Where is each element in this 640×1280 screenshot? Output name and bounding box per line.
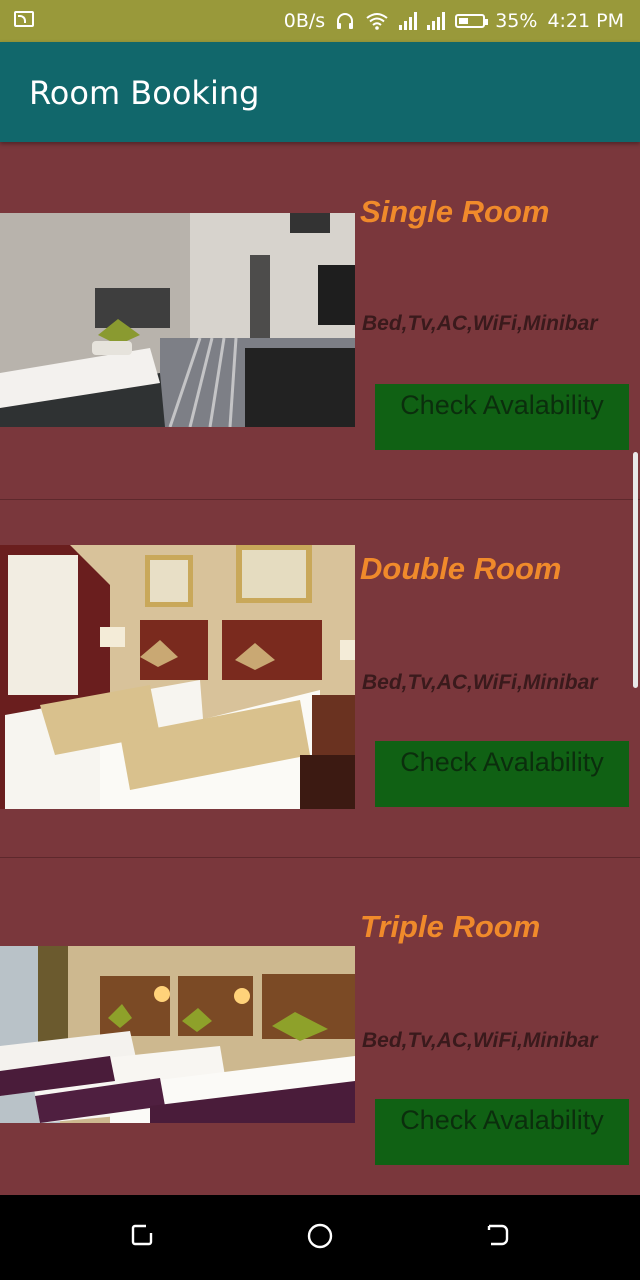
room-name: Triple Room xyxy=(360,909,541,944)
check-availability-button[interactable]: Check Avalability xyxy=(375,741,629,807)
recents-icon[interactable] xyxy=(130,1223,154,1247)
battery-icon xyxy=(455,14,489,28)
check-availability-button[interactable]: Check Avalability xyxy=(375,1099,629,1165)
scrollbar[interactable] xyxy=(633,452,638,688)
room-amenities: Bed,Tv,AC,WiFi,Minibar xyxy=(362,671,598,694)
page-title: Room Booking xyxy=(29,74,260,112)
room-photo xyxy=(0,545,355,809)
signal-icon xyxy=(427,12,446,30)
wifi-icon xyxy=(366,13,388,30)
list-item[interactable]: Double Room Bed,Tv,AC,WiFi,Minibar Check… xyxy=(0,500,640,858)
back-icon[interactable] xyxy=(486,1223,510,1247)
room-photo xyxy=(0,213,355,427)
room-photo xyxy=(0,946,355,1123)
room-amenities: Bed,Tv,AC,WiFi,Minibar xyxy=(362,1029,598,1052)
signal-icon xyxy=(399,12,418,30)
cast-icon xyxy=(14,11,34,27)
check-availability-button[interactable]: Check Avalability xyxy=(375,384,629,450)
status-bar: 0B/s 35% 4:21 PM xyxy=(0,0,640,42)
room-name: Single Room xyxy=(360,194,550,229)
app-bar: Room Booking xyxy=(0,42,640,142)
headphones-icon xyxy=(337,13,354,29)
room-amenities: Bed,Tv,AC,WiFi,Minibar xyxy=(362,312,598,335)
list-item[interactable]: Triple Room Bed,Tv,AC,WiFi,Minibar Check… xyxy=(0,858,640,1215)
clock: 4:21 PM xyxy=(547,10,624,32)
battery-percent: 35% xyxy=(495,10,538,32)
nav-bar xyxy=(0,1195,640,1280)
list-item[interactable]: Single Room Bed,Tv,AC,WiFi,Minibar Check… xyxy=(0,142,640,500)
net-speed: 0B/s xyxy=(283,10,326,32)
home-icon[interactable] xyxy=(307,1223,333,1249)
room-list[interactable]: Single Room Bed,Tv,AC,WiFi,Minibar Check… xyxy=(0,142,640,1215)
room-name: Double Room xyxy=(360,551,562,586)
